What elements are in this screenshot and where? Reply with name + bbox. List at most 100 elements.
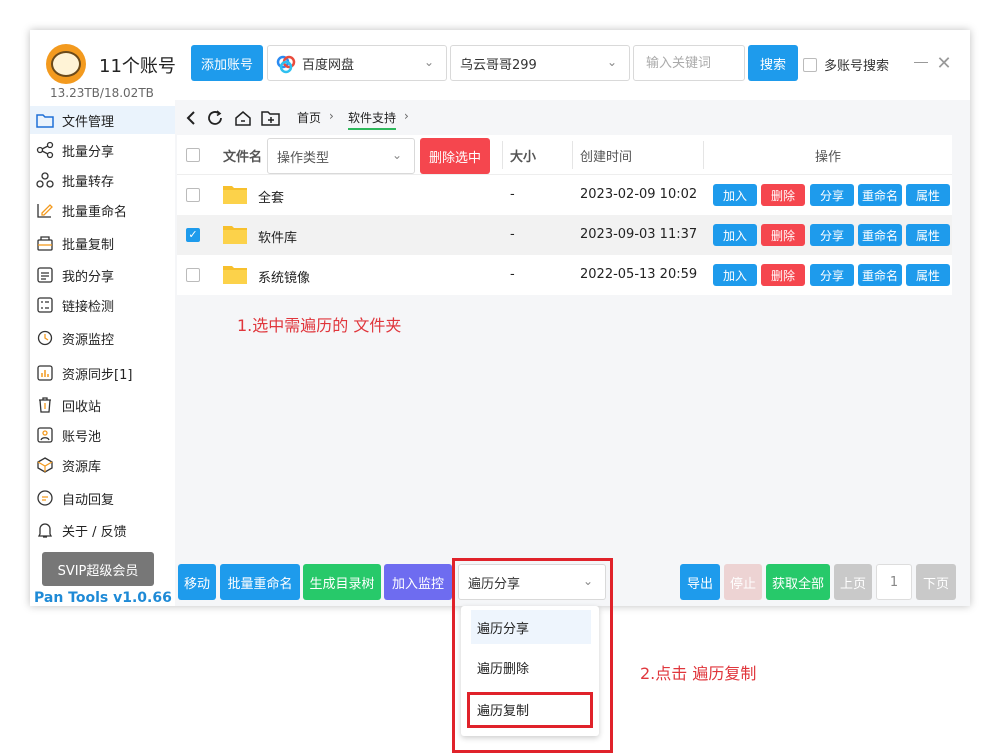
search-button[interactable]: 搜索 — [748, 45, 798, 81]
sidebar-item-auto-reply[interactable]: 自动回复 — [30, 484, 175, 512]
table-row[interactable]: ✓ 软件库 - 2023-09-03 11:37 加入 删除 分享 重命名 属性 — [177, 215, 952, 255]
my-share-icon — [36, 266, 54, 284]
row-props-button[interactable]: 属性 — [906, 224, 950, 246]
file-name[interactable]: 软件库 — [258, 227, 297, 246]
row-add-button[interactable]: 加入 — [713, 184, 757, 206]
table-row[interactable]: 系统镜像 - 2022-05-13 20:59 加入 删除 分享 重命名 属性 — [177, 255, 952, 295]
sidebar-item-resource-monitor[interactable]: 资源监控 — [30, 324, 175, 352]
multi-search-checkbox[interactable] — [803, 57, 817, 72]
user-select[interactable]: 乌云哥哥299 ⌄ — [450, 45, 630, 81]
select-all-checkbox[interactable] — [186, 148, 200, 162]
sidebar-item-resource-library[interactable]: 资源库 — [30, 451, 175, 479]
share-icon — [36, 141, 54, 159]
sidebar-item-label: 回收站 — [62, 399, 102, 415]
sidebar-item-batch-copy[interactable]: 批量复制 — [30, 229, 175, 257]
row-delete-button[interactable]: 删除 — [761, 264, 805, 286]
breadcrumb-separator: › — [329, 109, 334, 123]
operation-type-select[interactable]: 操作类型 ⌄ — [267, 138, 415, 174]
sidebar-item-account-pool[interactable]: 账号池 — [30, 421, 175, 449]
sidebar-item-label: 批量分享 — [62, 144, 115, 160]
table-header: 文件名 操作类型 ⌄ 删除选中 大小 创建时间 操作 — [177, 135, 952, 175]
row-add-button[interactable]: 加入 — [713, 264, 757, 286]
disk-select[interactable]: 百度网盘 ⌄ — [267, 45, 447, 81]
row-props-button[interactable]: 属性 — [906, 184, 950, 206]
header: 11个账号 13.23TB/18.02TB 添加账号 百度网盘 ⌄ 乌云哥哥29… — [30, 30, 970, 100]
folder-icon — [223, 226, 247, 244]
sidebar-item-file-manage[interactable]: 文件管理 — [30, 106, 175, 134]
generate-tree-button[interactable]: 生成目录树 — [303, 564, 381, 600]
next-page-button[interactable]: 下页 — [916, 564, 956, 600]
row-checkbox[interactable] — [186, 268, 200, 282]
sidebar-item-batch-share[interactable]: 批量分享 — [30, 136, 175, 164]
file-size: - — [510, 267, 515, 282]
sidebar-item-resource-sync[interactable]: 资源同步[1] — [30, 359, 175, 387]
sidebar-item-label: 链接检测 — [62, 299, 115, 315]
row-delete-button[interactable]: 删除 — [761, 224, 805, 246]
row-checkbox[interactable]: ✓ — [186, 228, 200, 242]
sidebar-item-batch-rename[interactable]: 批量重命名 — [30, 196, 175, 224]
row-share-button[interactable]: 分享 — [810, 224, 854, 246]
col-size: 大小 — [510, 149, 537, 165]
keyword-input[interactable] — [633, 45, 745, 81]
copy-icon — [36, 234, 54, 252]
file-name[interactable]: 系统镜像 — [258, 267, 310, 286]
file-size: - — [510, 227, 515, 242]
breadcrumb-home[interactable]: 首页 — [297, 109, 321, 126]
account-pool-icon — [36, 426, 54, 444]
sidebar: 文件管理 批量分享 批量转存 批量重命名 批量复制 我的分享 链接检测 资源监控… — [30, 100, 175, 606]
row-rename-button[interactable]: 重命名 — [858, 264, 902, 286]
transfer-icon — [36, 171, 54, 189]
row-checkbox[interactable] — [186, 188, 200, 202]
new-folder-icon[interactable] — [261, 108, 281, 128]
operation-type-value: 操作类型 — [277, 150, 330, 166]
get-all-button[interactable]: 获取全部 — [766, 564, 830, 600]
monitor-icon — [36, 329, 54, 347]
page-number-input[interactable]: 1 — [876, 564, 912, 600]
delete-selected-button[interactable]: 删除选中 — [420, 138, 490, 174]
app-logo-icon — [46, 44, 86, 84]
batch-rename-button[interactable]: 批量重命名 — [220, 564, 300, 600]
file-created: 2022-05-13 20:59 — [580, 267, 698, 282]
file-name[interactable]: 全套 — [258, 187, 284, 206]
sidebar-item-recycle-bin[interactable]: 回收站 — [30, 391, 175, 419]
multi-search-option[interactable]: 多账号搜索 — [803, 55, 889, 74]
annotation-step1: 1.选中需遍历的 文件夹 — [237, 316, 402, 335]
col-created: 创建时间 — [580, 149, 633, 165]
row-rename-button[interactable]: 重命名 — [858, 224, 902, 246]
sidebar-item-label: 账号池 — [62, 429, 102, 445]
sidebar-item-batch-transfer[interactable]: 批量转存 — [30, 166, 175, 194]
stop-button[interactable]: 停止 — [724, 564, 762, 600]
sidebar-item-label: 资源库 — [62, 459, 102, 475]
add-monitor-button[interactable]: 加入监控 — [384, 564, 452, 600]
move-button[interactable]: 移动 — [178, 564, 216, 600]
storage-usage: 13.23TB/18.02TB — [50, 86, 154, 100]
col-actions: 操作 — [815, 149, 842, 165]
add-account-button[interactable]: 添加账号 — [191, 45, 263, 81]
row-delete-button[interactable]: 删除 — [761, 184, 805, 206]
sidebar-item-label: 我的分享 — [62, 269, 115, 285]
sidebar-item-link-check[interactable]: 链接检测 — [30, 291, 175, 319]
breadcrumb-bar: 首页 › 软件支持 › — [175, 100, 970, 134]
row-share-button[interactable]: 分享 — [810, 184, 854, 206]
home-icon[interactable] — [233, 108, 253, 128]
sidebar-item-my-share[interactable]: 我的分享 — [30, 261, 175, 289]
bell-icon — [36, 521, 54, 539]
sidebar-item-about-feedback[interactable]: 关于 / 反馈 — [30, 516, 175, 544]
back-icon[interactable] — [181, 108, 201, 128]
prev-page-button[interactable]: 上页 — [834, 564, 872, 600]
refresh-icon[interactable] — [205, 108, 225, 128]
table-row[interactable]: 全套 - 2023-02-09 10:02 加入 删除 分享 重命名 属性 — [177, 175, 952, 215]
minimize-icon[interactable] — [914, 62, 928, 63]
chevron-down-icon: ⌄ — [607, 55, 618, 69]
app-version: Pan Tools v1.0.66 — [34, 590, 172, 606]
breadcrumb-current[interactable]: 软件支持 — [348, 109, 397, 130]
folder-icon — [223, 186, 247, 204]
row-add-button[interactable]: 加入 — [713, 224, 757, 246]
row-share-button[interactable]: 分享 — [810, 264, 854, 286]
row-rename-button[interactable]: 重命名 — [858, 184, 902, 206]
chevron-down-icon: ⌄ — [392, 148, 403, 162]
export-button[interactable]: 导出 — [680, 564, 720, 600]
row-props-button[interactable]: 属性 — [906, 264, 950, 286]
svip-button[interactable]: SVIP超级会员 — [42, 552, 154, 586]
close-icon[interactable]: ✕ — [936, 55, 952, 73]
